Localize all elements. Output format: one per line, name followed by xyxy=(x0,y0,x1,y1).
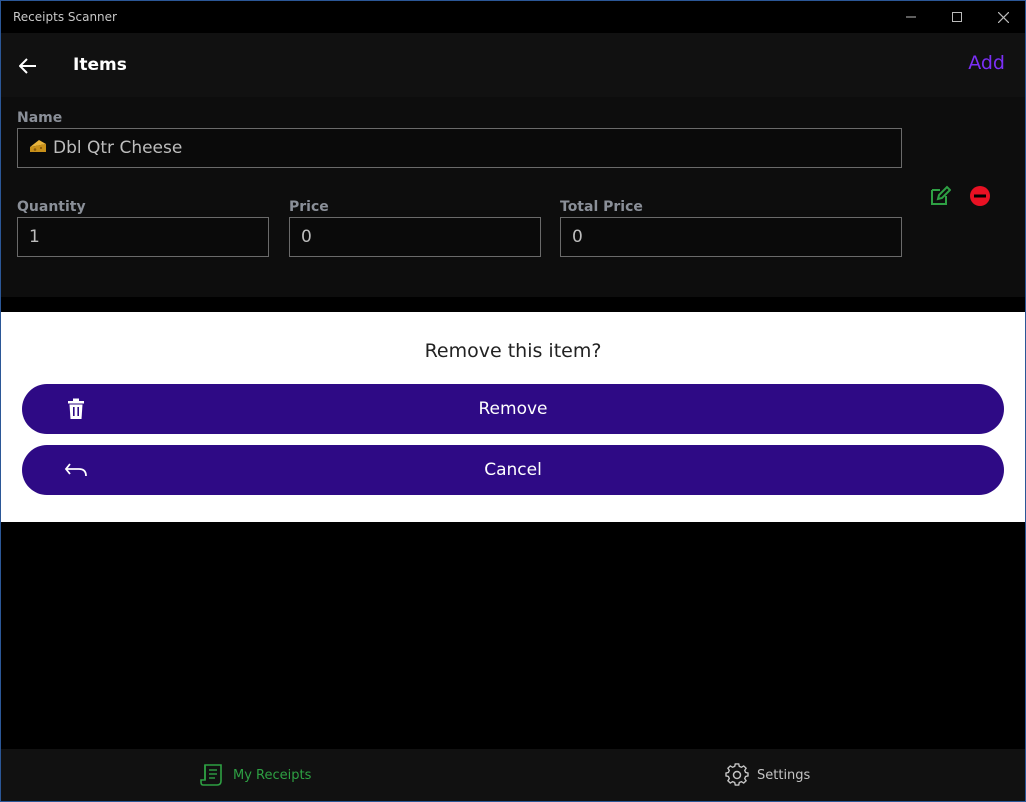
dialog-title: Remove this item? xyxy=(424,340,602,362)
remove-item-dialog: Remove this item? Remove Cancel xyxy=(1,312,1025,522)
nav-settings-label: Settings xyxy=(757,767,811,783)
remove-button[interactable]: Remove xyxy=(22,384,1004,434)
total-price-field[interactable]: 0 xyxy=(560,217,902,257)
cancel-button[interactable]: Cancel xyxy=(22,445,1004,495)
quantity-field[interactable]: 1 xyxy=(17,217,269,257)
app-window: Receipts Scanner Items Add Name Dbl Qtr … xyxy=(0,0,1026,802)
name-value: Dbl Qtr Cheese xyxy=(53,138,183,158)
remove-label: Remove xyxy=(478,399,548,419)
edit-item-button[interactable] xyxy=(929,185,952,207)
maximize-icon xyxy=(952,12,962,22)
nav-settings[interactable]: Settings xyxy=(725,763,810,787)
close-button[interactable] xyxy=(980,1,1025,33)
price-field[interactable]: 0 xyxy=(289,217,541,257)
page-title: Items xyxy=(73,55,127,75)
quantity-value: 1 xyxy=(29,227,40,247)
minimize-button[interactable] xyxy=(888,1,934,33)
name-label: Name xyxy=(17,110,63,126)
total-price-value: 0 xyxy=(572,227,583,247)
page-header: Items Add xyxy=(1,33,1025,97)
trash-icon xyxy=(64,397,88,421)
quantity-label: Quantity xyxy=(17,199,86,215)
receipt-icon xyxy=(200,764,222,786)
item-card: Name Dbl Qtr Cheese Quantity 1 Price 0 T… xyxy=(1,97,1025,297)
nav-my-receipts-label: My Receipts xyxy=(233,767,312,783)
close-icon xyxy=(997,11,1009,23)
name-field[interactable]: Dbl Qtr Cheese xyxy=(17,128,902,168)
back-button[interactable] xyxy=(13,51,43,81)
add-button[interactable]: Add xyxy=(968,52,1005,74)
cancel-label: Cancel xyxy=(484,460,542,480)
minimize-icon xyxy=(906,16,916,18)
nav-my-receipts[interactable]: My Receipts xyxy=(199,763,311,787)
remove-item-button[interactable] xyxy=(969,185,991,207)
edit-icon xyxy=(931,185,952,205)
price-value: 0 xyxy=(301,227,312,247)
total-price-label: Total Price xyxy=(560,199,643,215)
title-bar: Receipts Scanner xyxy=(1,1,1025,33)
undo-icon xyxy=(64,458,88,482)
back-arrow-icon xyxy=(19,58,36,74)
price-label: Price xyxy=(289,199,329,215)
minus-circle-icon xyxy=(970,186,990,206)
app-title: Receipts Scanner xyxy=(13,10,117,24)
cheese-icon xyxy=(29,138,47,159)
maximize-button[interactable] xyxy=(934,1,980,33)
gear-icon xyxy=(725,763,749,786)
bottom-navigation: My Receipts Settings xyxy=(1,749,1025,801)
